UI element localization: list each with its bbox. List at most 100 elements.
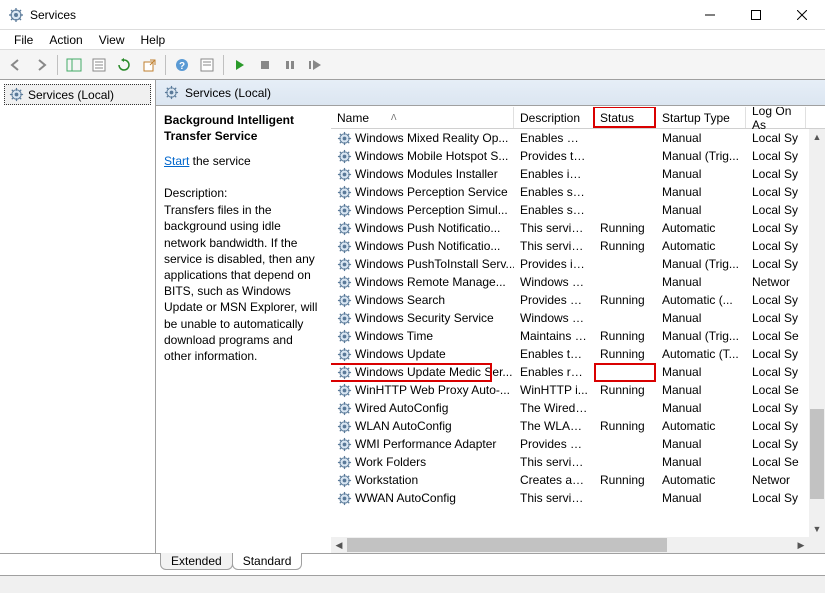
service-row[interactable]: Windows TimeMaintains d...RunningManual … (331, 327, 809, 345)
svg-text:?: ? (179, 61, 185, 72)
service-row[interactable]: WinHTTP Web Proxy Auto-...WinHTTP i...Ru… (331, 381, 809, 399)
col-header-startup[interactable]: Startup Type (656, 107, 746, 128)
service-status (594, 317, 656, 319)
service-row[interactable]: Windows Push Notificatio...This service … (331, 237, 809, 255)
gear-icon (337, 419, 352, 434)
toolbar: ? (0, 50, 825, 80)
service-row[interactable]: Windows Update Medic Ser...Enables rem..… (331, 363, 809, 381)
service-startup: Automatic (656, 220, 746, 236)
service-logon: Local Sy (746, 166, 806, 182)
service-desc: WinHTTP i... (514, 382, 594, 398)
menu-file[interactable]: File (6, 31, 41, 49)
service-startup: Automatic (656, 472, 746, 488)
maximize-button[interactable] (733, 1, 779, 29)
service-logon: Networ (746, 274, 806, 290)
forward-button[interactable] (29, 53, 53, 77)
minimize-button[interactable] (687, 1, 733, 29)
service-row[interactable]: WorkstationCreates and...RunningAutomati… (331, 471, 809, 489)
col-header-logon[interactable]: Log On As (746, 107, 806, 128)
service-startup: Automatic (... (656, 292, 746, 308)
service-status (594, 191, 656, 193)
col-header-name[interactable]: Name (331, 107, 514, 128)
refresh-button[interactable] (112, 53, 136, 77)
scroll-down-arrow[interactable]: ▼ (809, 521, 825, 537)
service-row[interactable]: Windows PushToInstall Serv...Provides in… (331, 255, 809, 273)
horizontal-scrollbar[interactable]: ◀ ▶ (331, 537, 809, 553)
col-header-status[interactable]: Status (594, 107, 656, 128)
properties-button[interactable] (87, 53, 111, 77)
scroll-left-arrow[interactable]: ◀ (331, 537, 347, 553)
pause-service-button[interactable] (278, 53, 302, 77)
gear-icon (337, 383, 352, 398)
tab-extended[interactable]: Extended (160, 553, 233, 570)
service-status: Running (594, 418, 656, 434)
back-button[interactable] (4, 53, 28, 77)
service-row[interactable]: Windows Mobile Hotspot S...Provides th..… (331, 147, 809, 165)
service-logon: Local Sy (746, 292, 806, 308)
service-name: Windows Security Service (355, 311, 494, 325)
service-row[interactable]: WMI Performance AdapterProvides pe...Man… (331, 435, 809, 453)
service-row[interactable]: WWAN AutoConfigThis service ...ManualLoc… (331, 489, 809, 507)
service-row[interactable]: Windows Perception ServiceEnables spa...… (331, 183, 809, 201)
tree-pane[interactable]: Services (Local) (0, 80, 156, 553)
service-name: Windows Time (355, 329, 433, 343)
export-button[interactable] (137, 53, 161, 77)
close-button[interactable] (779, 1, 825, 29)
service-row[interactable]: Windows Mixed Reality Op...Enables Mix..… (331, 129, 809, 147)
show-hide-tree-button[interactable] (62, 53, 86, 77)
scroll-up-arrow[interactable]: ▲ (809, 129, 825, 145)
service-status (594, 371, 656, 373)
gear-icon (337, 437, 352, 452)
scroll-right-arrow[interactable]: ▶ (793, 537, 809, 553)
service-row[interactable]: WLAN AutoConfigThe WLANS...RunningAutoma… (331, 417, 809, 435)
service-desc: The Wired A... (514, 400, 594, 416)
scroll-thumb-h[interactable] (347, 538, 667, 552)
start-service-button[interactable] (228, 53, 252, 77)
tree-item-services-local[interactable]: Services (Local) (4, 84, 151, 105)
service-name: Windows Push Notificatio... (355, 221, 500, 235)
service-logon: Local Sy (746, 364, 806, 380)
service-status: Running (594, 292, 656, 308)
service-row[interactable]: Windows Modules InstallerEnables inst...… (331, 165, 809, 183)
service-name: WMI Performance Adapter (355, 437, 496, 451)
service-desc: Windows Se... (514, 310, 594, 326)
restart-service-button[interactable] (303, 53, 327, 77)
service-row[interactable]: Windows Perception Simul...Enables spa..… (331, 201, 809, 219)
tab-standard[interactable]: Standard (232, 553, 303, 570)
service-row[interactable]: Windows UpdateEnables the ...RunningAuto… (331, 345, 809, 363)
service-desc: Creates and... (514, 472, 594, 488)
service-row[interactable]: Work FoldersThis service ...ManualLocal … (331, 453, 809, 471)
gear-icon (337, 131, 352, 146)
services-list[interactable]: Name Description Status Startup Type Log… (331, 107, 825, 553)
service-startup: Manual (656, 490, 746, 506)
service-row[interactable]: Windows SearchProvides co...RunningAutom… (331, 291, 809, 309)
vertical-scrollbar[interactable]: ▲ ▼ (809, 129, 825, 537)
menu-view[interactable]: View (91, 31, 133, 49)
service-status (594, 497, 656, 499)
properties2-button[interactable] (195, 53, 219, 77)
service-desc: Enables spa... (514, 202, 594, 218)
gear-icon (337, 239, 352, 254)
service-startup: Automatic (T... (656, 346, 746, 362)
service-desc: Maintains d... (514, 328, 594, 344)
service-row[interactable]: Windows Security ServiceWindows Se...Man… (331, 309, 809, 327)
service-row[interactable]: Wired AutoConfigThe Wired A...ManualLoca… (331, 399, 809, 417)
service-name: Windows Search (355, 293, 445, 307)
service-startup: Manual (656, 400, 746, 416)
start-service-link[interactable]: Start (164, 154, 189, 168)
service-status: Running (594, 382, 656, 398)
stop-service-button[interactable] (253, 53, 277, 77)
service-startup: Manual (656, 202, 746, 218)
menu-help[interactable]: Help (133, 31, 174, 49)
scroll-thumb-v[interactable] (810, 409, 824, 499)
help-button[interactable]: ? (170, 53, 194, 77)
service-name: Wired AutoConfig (355, 401, 448, 415)
service-desc: Windows R... (514, 274, 594, 290)
service-row[interactable]: Windows Push Notificatio...This service … (331, 219, 809, 237)
col-header-description[interactable]: Description (514, 107, 594, 128)
service-status: Running (594, 472, 656, 488)
gear-icon (337, 365, 352, 380)
menu-action[interactable]: Action (41, 31, 90, 49)
service-row[interactable]: Windows Remote Manage...Windows R...Manu… (331, 273, 809, 291)
service-description: Transfers files in the background using … (164, 202, 323, 364)
